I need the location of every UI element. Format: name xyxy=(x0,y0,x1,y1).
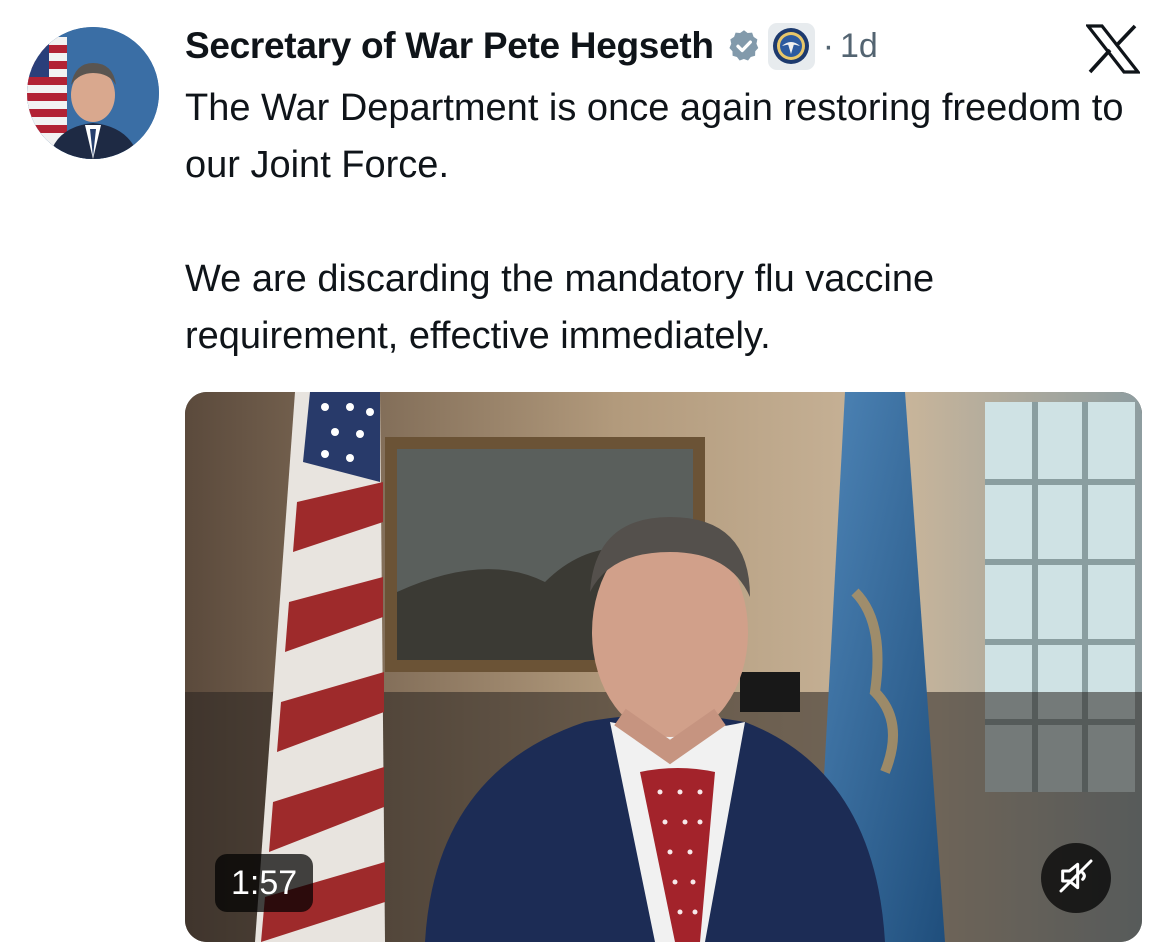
post-text-paragraph: The War Department is once again restori… xyxy=(185,87,1124,186)
separator-dot: · xyxy=(822,26,835,65)
avatar-image xyxy=(27,27,159,159)
timestamp[interactable]: 1d xyxy=(840,27,878,66)
mute-button[interactable] xyxy=(1041,843,1111,913)
video-player[interactable]: 1:57 xyxy=(185,392,1142,942)
author-name[interactable]: Secretary of War Pete Hegseth xyxy=(185,25,714,67)
department-seal-icon[interactable] xyxy=(767,22,815,70)
post-header: Secretary of War Pete Hegseth · 1d xyxy=(185,20,878,72)
video-thumbnail xyxy=(185,392,1142,942)
video-duration: 1:57 xyxy=(215,854,314,912)
verified-badge-icon[interactable] xyxy=(726,28,762,64)
x-logo-icon[interactable] xyxy=(1084,24,1142,74)
post-text: The War Department is once again restori… xyxy=(185,80,1135,365)
post-text-paragraph: We are discarding the mandatory flu vacc… xyxy=(185,258,935,357)
speaker-muted-icon xyxy=(1056,856,1096,901)
avatar[interactable] xyxy=(27,27,159,159)
